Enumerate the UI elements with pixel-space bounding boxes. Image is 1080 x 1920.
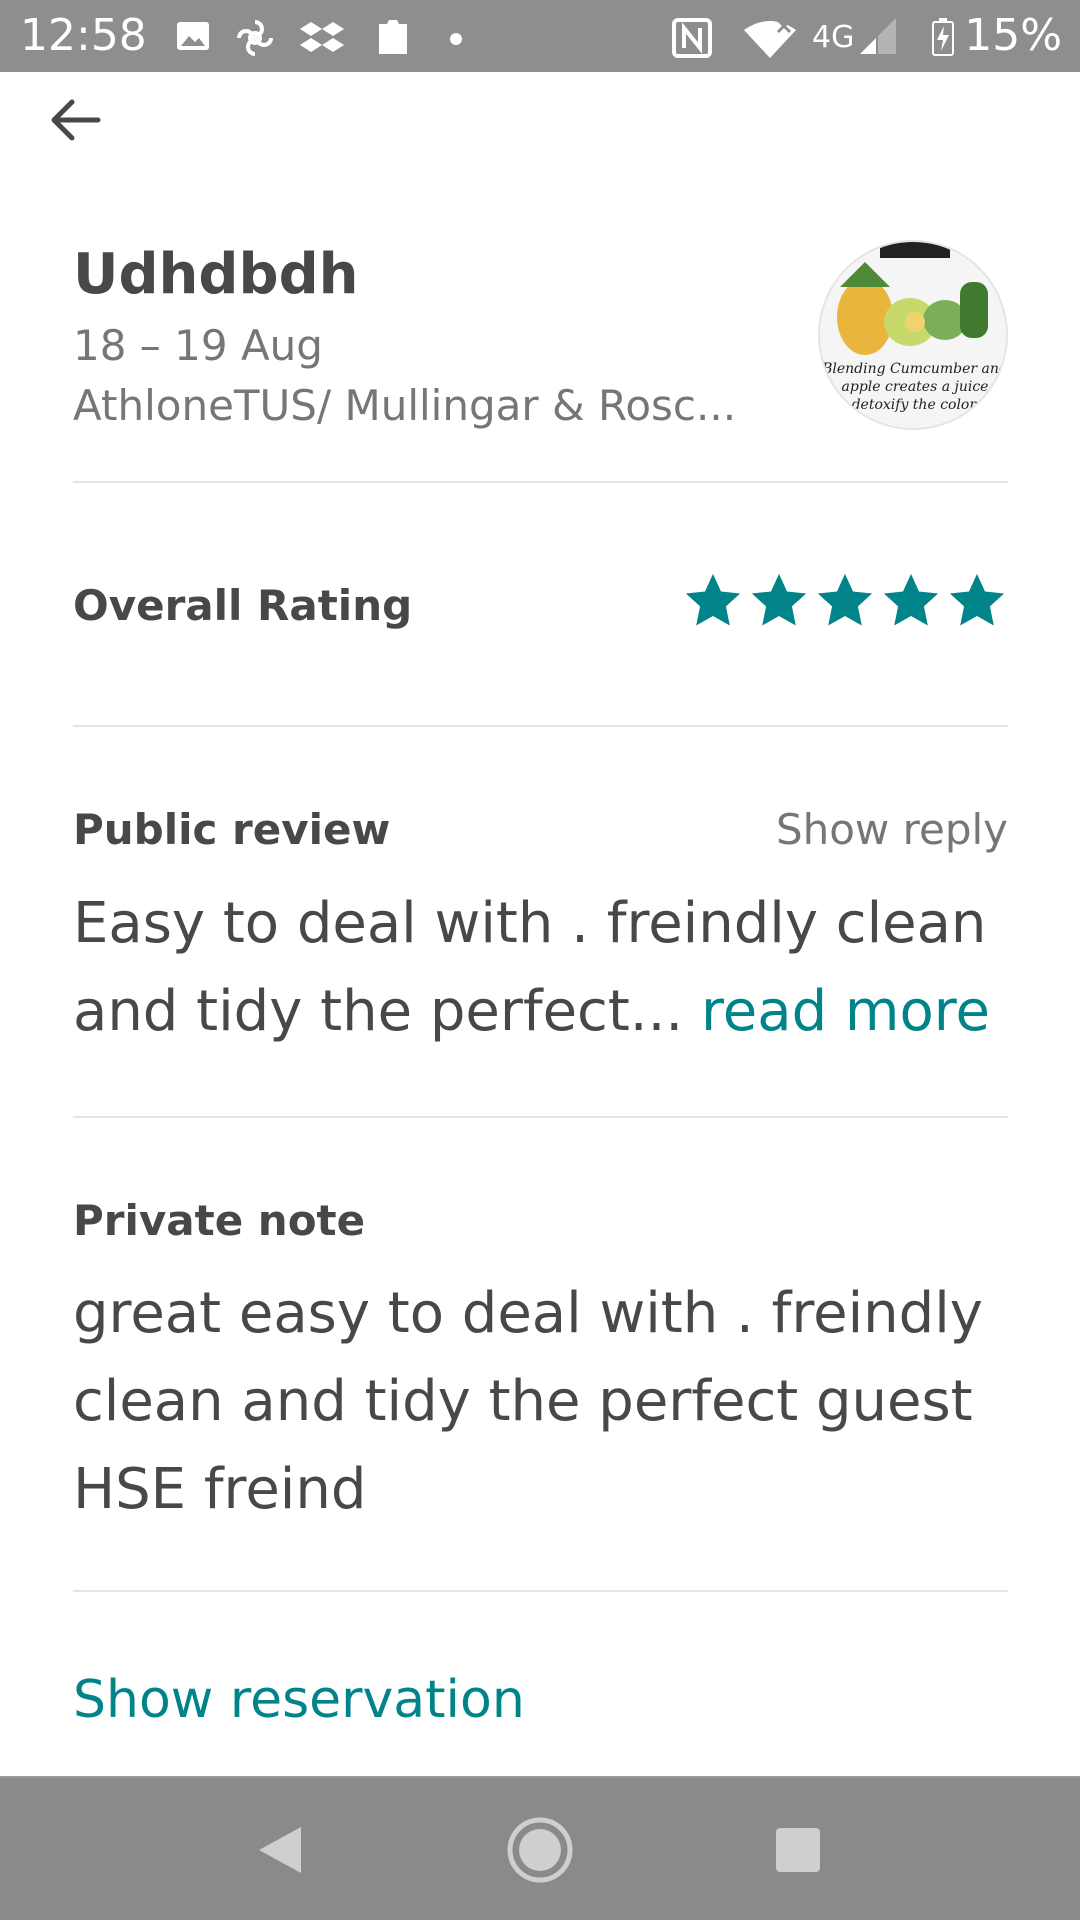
stay-dates: 18 – 19 Aug: [73, 321, 323, 370]
wifi-icon: [740, 18, 800, 62]
private-note-text: great easy to deal with . freindly clean…: [73, 1281, 983, 1522]
navigation-bar: [0, 1776, 1080, 1920]
nav-recents-button[interactable]: [762, 1814, 834, 1886]
show-reservation-link[interactable]: Show reservation: [73, 1668, 525, 1732]
divider: [73, 1116, 1008, 1118]
star-icon: [817, 573, 873, 626]
pinwheel-notification-icon: [235, 18, 275, 62]
star-icon: [751, 573, 807, 626]
dropbox-notification-icon: [300, 18, 344, 62]
star-icon: [949, 573, 1005, 626]
public-review-text: Easy to deal with . freindly clean and t…: [73, 880, 1023, 1056]
back-arrow-icon: [51, 99, 101, 141]
public-review-label: Public review: [73, 805, 391, 854]
star-rating: [682, 570, 1008, 632]
divider: [73, 725, 1008, 727]
photo-caption-line-3: detoxify the colon: [851, 397, 979, 413]
divider: [73, 481, 1008, 483]
battery-percentage: 15%: [964, 10, 1062, 61]
nav-home-button[interactable]: [504, 1814, 576, 1886]
nav-recents-square-icon: [776, 1828, 820, 1872]
show-reply-link[interactable]: Show reply: [776, 804, 1008, 856]
back-button[interactable]: [48, 90, 120, 150]
photo-caption-line-1: Blending Cumcumber and: [822, 361, 1008, 377]
nav-back-button[interactable]: [244, 1814, 316, 1886]
read-more-link[interactable]: read more: [701, 979, 990, 1044]
app-notification-icon: [375, 18, 411, 62]
more-notifications-dot-icon: [450, 30, 462, 49]
listing-location: AthloneTUS/ Mullingar & Rosc...: [73, 381, 737, 430]
status-bar: 12:58 4G 15%: [0, 0, 1080, 72]
listing-title: Udhdbdh: [73, 242, 359, 307]
divider: [73, 1590, 1008, 1592]
status-time: 12:58: [20, 10, 147, 61]
nav-back-triangle-icon: [259, 1827, 301, 1873]
private-note-label: Private note: [73, 1196, 366, 1245]
network-type: 4G: [812, 20, 855, 55]
star-icon: [883, 573, 939, 626]
signal-icon: [860, 18, 900, 58]
nfc-icon: [672, 18, 712, 62]
listing-photo: Blending Cumcumber and apple creates a j…: [818, 240, 1008, 430]
star-icon: [685, 573, 741, 626]
battery-charging-icon: [932, 18, 954, 60]
photo-caption-line-2: apple creates a juice: [841, 379, 989, 395]
gallery-notification-icon: [175, 18, 211, 58]
nav-home-circle-icon: [507, 1817, 573, 1883]
overall-rating-label: Overall Rating: [73, 581, 413, 630]
